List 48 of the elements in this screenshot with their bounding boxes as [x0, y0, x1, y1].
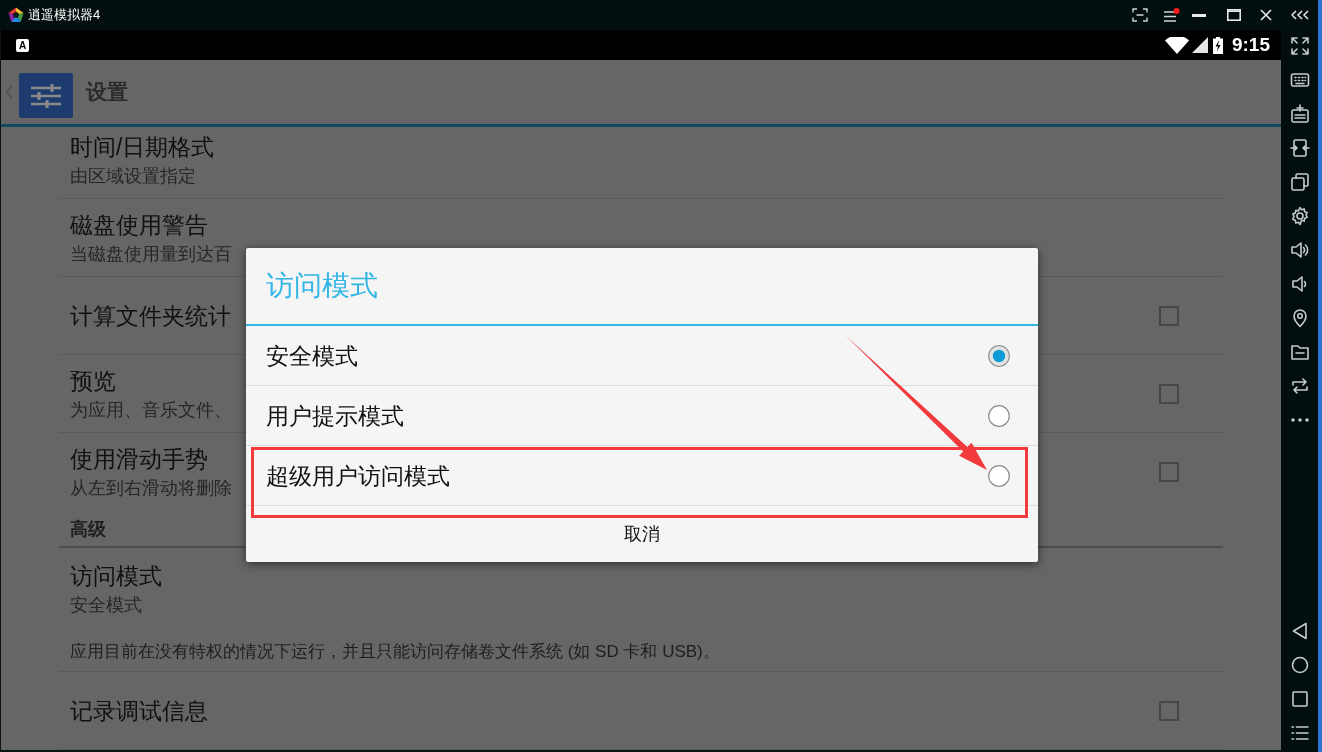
settings-icon[interactable]	[1289, 206, 1310, 226]
setting-title: 记录调试信息	[70, 696, 208, 725]
multi-window-icon[interactable]	[1289, 172, 1310, 192]
checkbox[interactable]	[1159, 462, 1179, 482]
close-icon[interactable]	[1260, 9, 1272, 21]
input-method-indicator: A	[16, 38, 29, 52]
minimize-icon[interactable]	[1192, 13, 1206, 17]
maximize-icon[interactable]	[1227, 9, 1241, 21]
home-icon[interactable]	[1289, 655, 1310, 675]
setting-summary: 从左到右滑动将删除	[70, 477, 232, 499]
recents-icon[interactable]	[1289, 689, 1310, 709]
setting-title: 时间/日期格式	[70, 132, 215, 161]
repeat-arrows-icon[interactable]	[1289, 376, 1310, 396]
radio-option[interactable]: 安全模式	[246, 326, 1038, 386]
setting-summary: 由区域设置指定	[70, 164, 197, 187]
checkbox[interactable]	[1159, 305, 1179, 326]
box-arrows-icon[interactable]	[1289, 138, 1310, 158]
keyboard-icon[interactable]	[1289, 70, 1310, 90]
volume-up-icon[interactable]	[1289, 240, 1310, 260]
capture-frame-icon[interactable]	[1132, 8, 1148, 22]
checkbox[interactable]	[1159, 383, 1179, 404]
setting-title: 访问模式	[70, 562, 163, 590]
setting-title: 磁盘使用警告	[70, 210, 209, 239]
menu-icon[interactable]	[1163, 7, 1180, 23]
clock-time: 9:15	[1231, 34, 1270, 56]
setting-title: 计算文件夹统计	[70, 301, 231, 330]
collapse-chevrons-icon[interactable]	[1291, 10, 1309, 20]
setting-description: 应用目前在没有特权的情况下运行，并且只能访问存储卷文件系统 (如 SD 卡和 USB)。	[70, 641, 720, 663]
folder-icon[interactable]	[1289, 342, 1310, 362]
checkbox[interactable]	[1159, 700, 1179, 721]
settings-sliders-icon[interactable]	[19, 72, 73, 118]
app-logo-icon	[8, 7, 24, 23]
fullscreen-icon[interactable]	[1289, 36, 1310, 56]
setting-title: 使用滑动手势	[70, 445, 209, 473]
list-icon[interactable]	[1289, 723, 1310, 743]
setting-title: 预览	[70, 366, 117, 395]
category-header: 高级	[70, 518, 106, 540]
signal-icon	[1191, 37, 1208, 53]
setting-summary: 当磁盘使用量到达百	[70, 242, 232, 265]
app-bar-title: 设置	[86, 79, 128, 105]
setting-summary: 安全模式	[70, 594, 143, 616]
setting-summary: 为应用、音乐文件、	[70, 398, 232, 421]
wifi-icon	[1164, 36, 1189, 54]
cancel-button[interactable]: 取消	[246, 506, 1038, 562]
dialog-title: 访问模式	[266, 269, 378, 303]
package-add-icon[interactable]	[1289, 104, 1310, 124]
window-title: 逍遥模拟器4	[28, 7, 101, 23]
battery-charging-icon	[1212, 36, 1223, 54]
